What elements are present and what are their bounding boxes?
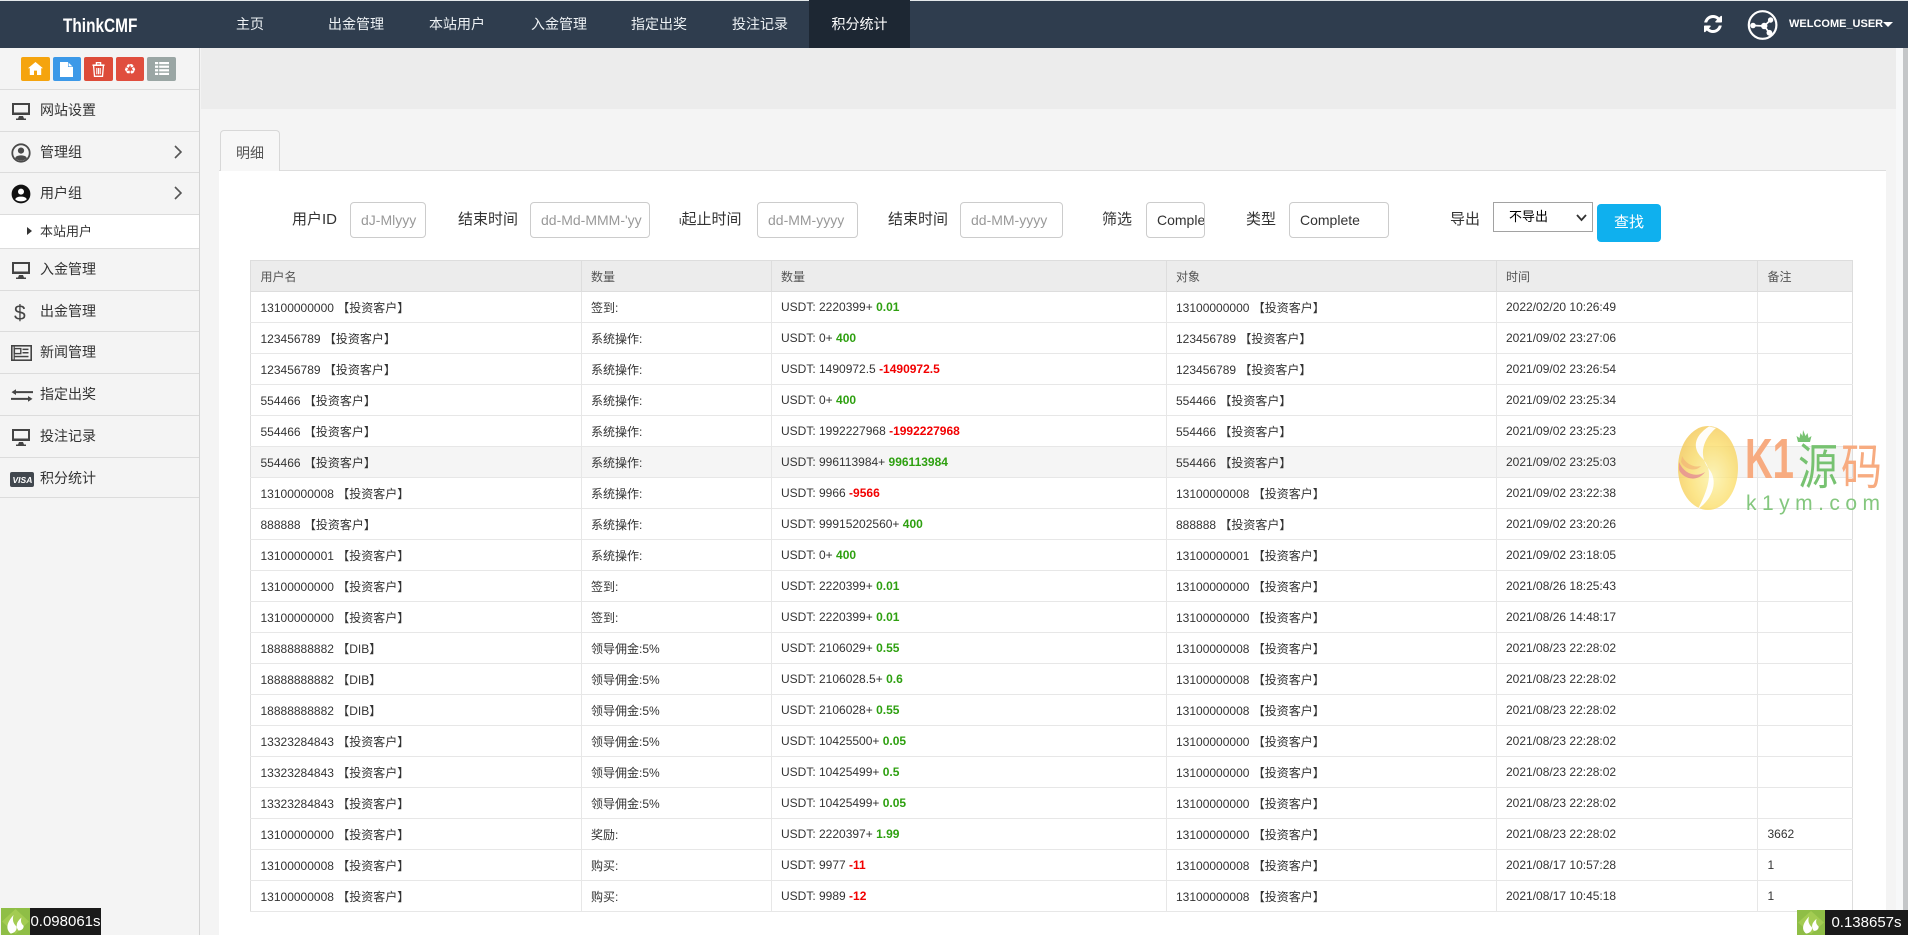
svg-text:码: 码 (1841, 441, 1882, 495)
svg-text:$: $ (14, 302, 26, 324)
svg-text:源: 源 (1798, 441, 1838, 495)
svg-text:K1: K1 (1745, 427, 1794, 491)
svg-text:k1ym.com: k1ym.com (1746, 492, 1880, 515)
svg-text:VISA: VISA (13, 475, 33, 485)
